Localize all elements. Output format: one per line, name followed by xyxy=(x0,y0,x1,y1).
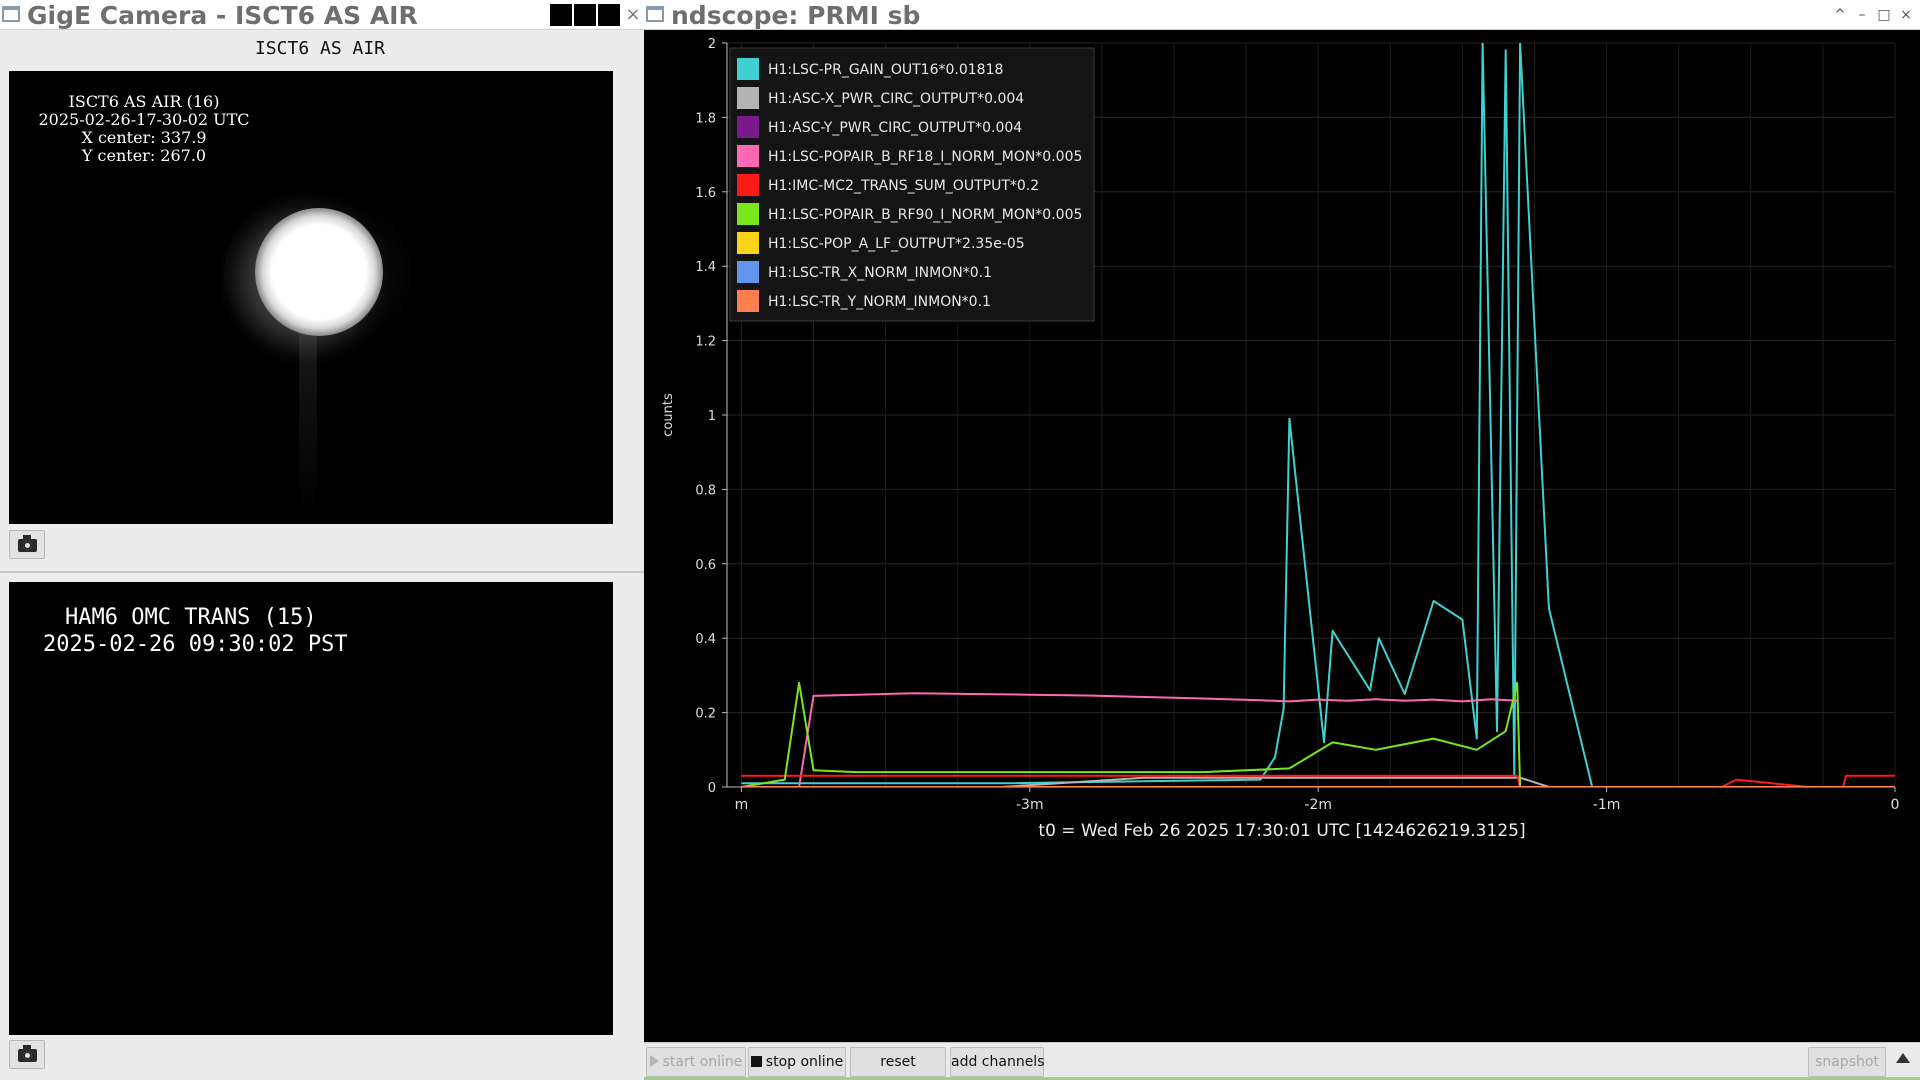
y-tick-label: 1.4 xyxy=(695,260,716,275)
minimize-icon[interactable]: – xyxy=(1852,4,1872,26)
camera-1-overlay: ISCT6 AS AIR (16) 2025-02-26-17-30-02 UT… xyxy=(29,93,259,165)
camera-1-caption: ISCT6 AS AIR xyxy=(254,38,386,59)
legend-swatch xyxy=(737,116,759,138)
y-tick-label: 0 xyxy=(708,781,716,796)
y-tick-label: 1.6 xyxy=(695,186,716,201)
legend-entry: H1:LSC-TR_Y_NORM_INMON*0.1 xyxy=(768,294,991,310)
legend-swatch xyxy=(737,87,759,109)
stop-online-button[interactable]: stop online xyxy=(748,1047,846,1077)
overlay-line: 2025-02-26-17-30-02 UTC xyxy=(38,110,250,129)
x-tick-label: -1m xyxy=(1593,797,1621,813)
camera-icon xyxy=(18,535,37,552)
time-series-plot[interactable]: 0 0.2 0.4 0.6 0.8 1 1.2 1.4 1.6 1.8 2 m -3m -2m -1m 0 co… xyxy=(644,30,1920,1042)
camera-divider[interactable] xyxy=(0,571,644,573)
legend-swatch xyxy=(737,145,759,167)
y-tick-label: 2 xyxy=(708,37,716,52)
legend-entry: H1:LSC-TR_X_NORM_INMON*0.1 xyxy=(768,265,992,281)
close-icon[interactable]: × xyxy=(1896,4,1916,26)
y-tick-label: 1 xyxy=(708,409,716,424)
legend-swatch xyxy=(737,203,759,225)
shade-icon[interactable]: ^ xyxy=(1830,4,1850,26)
legend-swatch xyxy=(737,58,759,80)
window-menu-icon[interactable] xyxy=(2,6,20,22)
legend-swatch xyxy=(737,174,759,196)
x-tick-label: -2m xyxy=(1304,797,1332,813)
camera-window-titlebar[interactable]: GigE Camera - ISCT6 AS AIR xyxy=(0,0,644,30)
start-online-label: start online xyxy=(662,1054,743,1070)
stop-icon xyxy=(750,1056,762,1067)
ndscope-window-titlebar[interactable]: ndscope: PRMI sb ^ – □ × xyxy=(644,0,1920,30)
camera-2-overlay: HAM6 OMC TRANS (15) 2025-02-26 09:30:02 P… xyxy=(43,604,348,658)
camera-2-image: HAM6 OMC TRANS (15) 2025-02-26 09:30:02 P… xyxy=(9,582,613,1035)
beam-spot xyxy=(255,208,383,336)
camera-1-image: ISCT6 AS AIR (16) 2025-02-26-17-30-02 UT… xyxy=(9,71,613,524)
reset-button[interactable]: reset xyxy=(850,1047,946,1077)
overlay-line: 2025-02-26 09:30:02 PST xyxy=(43,632,348,657)
overlay-line: ISCT6 AS AIR (16) xyxy=(68,92,220,111)
camera-1-snapshot-button[interactable] xyxy=(9,530,45,559)
legend-entry: H1:IMC-MC2_TRANS_SUM_OUTPUT*0.2 xyxy=(768,178,1039,194)
y-tick-label: 0.4 xyxy=(695,632,716,647)
beam-streak xyxy=(299,331,317,511)
maximize-icon[interactable]: □ xyxy=(1874,4,1894,26)
start-online-button[interactable]: start online xyxy=(646,1047,746,1077)
ndscope-window: ndscope: PRMI sb ^ – □ × 0 0.2 0.4 0.6 0.8 1 1… xyxy=(644,0,1920,1080)
legend: H1:LSC-PR_GAIN_OUT16*0.01818 H1:ASC-X_PWR… xyxy=(729,47,1095,322)
play-icon xyxy=(649,1055,659,1067)
legend-swatch xyxy=(737,290,759,312)
legend-entry: H1:LSC-POPAIR_B_RF18_I_NORM_MON*0.005 xyxy=(768,149,1082,165)
overlay-line: HAM6 OMC TRANS (15) xyxy=(65,605,317,630)
titlebar-button-3[interactable] xyxy=(598,4,620,26)
expand-up-icon[interactable] xyxy=(1896,1053,1910,1063)
close-icon[interactable]: × xyxy=(622,3,644,27)
window-title: ndscope: PRMI sb xyxy=(671,1,921,30)
y-tick-label: 0.6 xyxy=(695,558,716,573)
camera-2-snapshot-button[interactable] xyxy=(9,1040,45,1069)
camera-icon xyxy=(18,1045,37,1062)
legend-entry: H1:LSC-PR_GAIN_OUT16*0.01818 xyxy=(768,62,1003,78)
y-tick-label: 1.2 xyxy=(695,335,716,350)
snapshot-button[interactable]: snapshot xyxy=(1808,1047,1886,1077)
ndscope-toolbar: start online stop online reset add chann… xyxy=(644,1042,1920,1080)
titlebar-button-2[interactable] xyxy=(574,4,596,26)
stop-online-label: stop online xyxy=(765,1054,844,1070)
y-tick-label: 1.8 xyxy=(695,111,716,126)
overlay-line: Y center: 267.0 xyxy=(81,146,207,165)
legend-entry: H1:ASC-Y_PWR_CIRC_OUTPUT*0.004 xyxy=(768,120,1022,136)
plot-area[interactable]: 0 0.2 0.4 0.6 0.8 1 1.2 1.4 1.6 1.8 2 m -3m -2m -1m 0 co… xyxy=(644,30,1920,1042)
x-tick-label: m xyxy=(735,797,749,813)
legend-entry: H1:LSC-POP_A_LF_OUTPUT*2.35e-05 xyxy=(768,236,1025,252)
y-tick-label: 0.8 xyxy=(695,483,716,498)
gige-camera-window: GigE Camera - ISCT6 AS AIR × ISCT6 AS AI… xyxy=(0,0,644,1080)
legend-swatch xyxy=(737,261,759,283)
legend-entry: H1:ASC-X_PWR_CIRC_OUTPUT*0.004 xyxy=(768,91,1024,107)
legend-entry: H1:LSC-POPAIR_B_RF90_I_NORM_MON*0.005 xyxy=(768,207,1082,223)
overlay-line: X center: 337.9 xyxy=(81,128,207,147)
legend-swatch xyxy=(737,232,759,254)
t0-label: t0 = Wed Feb 26 2025 17:30:01 UTC [14246… xyxy=(1038,821,1525,841)
add-channels-button[interactable]: add channels xyxy=(950,1047,1045,1077)
y-axis-label: counts xyxy=(661,393,676,437)
y-tick-label: 0.2 xyxy=(695,707,716,722)
titlebar-button-1[interactable] xyxy=(550,4,572,26)
x-tick-label: 0 xyxy=(1891,797,1900,813)
window-title: GigE Camera - ISCT6 AS AIR xyxy=(27,1,418,30)
x-tick-label: -3m xyxy=(1016,797,1044,813)
window-menu-icon[interactable] xyxy=(646,6,664,22)
